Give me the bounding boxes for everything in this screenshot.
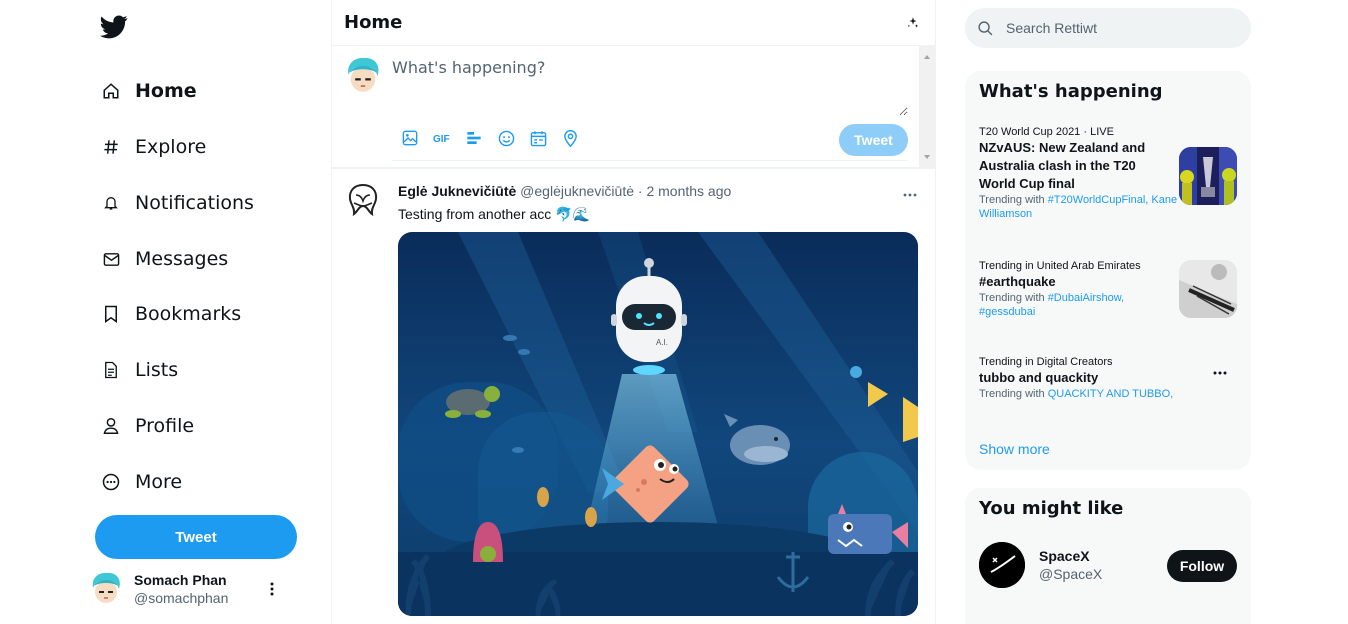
schedule-icon[interactable] (528, 128, 548, 148)
suggested-account-handle: @SpaceX (1039, 566, 1103, 582)
compose-divider (392, 160, 908, 161)
trend-more-icon[interactable] (1213, 371, 1229, 381)
tweet-author-name[interactable]: Eglė Juknevičiūtė (398, 183, 516, 199)
spacex-avatar (979, 542, 1025, 588)
svg-text:GIF: GIF (433, 134, 450, 145)
user-handle: @somachphan (134, 590, 229, 606)
bell-icon (100, 192, 122, 214)
trend-title: tubbo and quackity (979, 370, 1099, 385)
follow-button[interactable]: Follow (1167, 550, 1237, 582)
tweet-card[interactable]: Eglė Juknevičiūtė @eglėjuknevičiūtė · 2 … (332, 168, 935, 624)
main-timeline: Home GIF Tweet Eglė Juknevičiūtė @eglėju… (331, 0, 936, 624)
search-input[interactable] (1006, 20, 1226, 36)
svg-text:A.I.: A.I. (656, 338, 668, 347)
trend-item[interactable]: Trending in Digital Creators tubbo and q… (979, 355, 1237, 405)
compose-input[interactable] (392, 58, 908, 116)
tweet-author-handle[interactable]: @eglėjuknevičiūtė (520, 183, 634, 199)
account-more-icon[interactable] (267, 579, 277, 599)
left-sidebar: Home Explore Notifications Messages Book… (0, 0, 331, 624)
suggested-account-name: SpaceX (1039, 548, 1090, 564)
you-might-like-panel: You might like SpaceX @SpaceX Follow (965, 488, 1251, 624)
sparkle-icon[interactable] (903, 13, 923, 33)
right-sidebar: What's happening T20 World Cup 2021 · LI… (936, 0, 1348, 624)
nav-lists-label: Lists (135, 359, 179, 381)
nav-bookmarks-label: Bookmarks (135, 303, 242, 325)
nav-profile[interactable]: Profile (100, 406, 194, 446)
nav-more-label: More (135, 471, 183, 493)
trend-category: T20 World Cup 2021 · LIVE (979, 126, 1114, 138)
nav-home-label: Home (135, 80, 197, 102)
nav-messages-label: Messages (135, 248, 229, 270)
nav-notifications-label: Notifications (135, 192, 254, 214)
whats-happening-panel: What's happening T20 World Cup 2021 · LI… (965, 71, 1251, 470)
nav-home[interactable]: Home (100, 71, 197, 111)
user-name: Somach Phan (134, 572, 227, 588)
tweet-text: Testing from another acc 🐬🌊 (398, 206, 591, 222)
whats-happening-title: What's happening (979, 81, 1163, 102)
trend-links[interactable]: QUACKITY AND TUBBO, (1048, 388, 1174, 400)
suggested-account[interactable]: SpaceX @SpaceX Follow (979, 542, 1237, 590)
nav-messages[interactable]: Messages (100, 239, 228, 279)
tweet-more-icon[interactable] (902, 185, 918, 201)
trend-item[interactable]: Trending in United Arab Emirates #earthq… (979, 259, 1237, 329)
nav-profile-label: Profile (135, 415, 195, 437)
nav-more[interactable]: More (100, 462, 182, 502)
tweet-button[interactable]: Tweet (95, 515, 297, 559)
tweet-author-avatar[interactable] (344, 181, 382, 219)
emoji-icon[interactable] (496, 128, 516, 148)
trend-title: NZvAUS: New Zealand and Australia clash … (979, 140, 1146, 191)
timeline-header: Home (332, 0, 935, 46)
compose-tweet-button[interactable]: Tweet (839, 124, 908, 156)
trend-title: #earthquake (979, 274, 1056, 289)
nav-explore[interactable]: Explore (100, 127, 206, 167)
search-bar[interactable] (965, 8, 1251, 48)
trend-thumbnail (1179, 147, 1237, 205)
you-might-like-title: You might like (979, 498, 1124, 519)
nav-lists[interactable]: Lists (100, 350, 178, 390)
trend-context: Trending with #DubaiAirshow, #gessdubai (979, 292, 1125, 318)
trend-context: Trending with #T20WorldCupFinal, Kane Wi… (979, 194, 1178, 220)
more-circle-icon (100, 471, 122, 493)
search-icon (977, 20, 994, 37)
twitter-bird-icon[interactable] (100, 15, 132, 47)
compose-avatar (344, 57, 382, 95)
trend-category: Trending in Digital Creators (979, 356, 1113, 368)
nav-notifications[interactable]: Notifications (100, 183, 254, 223)
trend-context: Trending with QUACKITY AND TUBBO, (979, 388, 1174, 400)
gif-icon[interactable]: GIF (432, 128, 452, 148)
poll-icon[interactable] (464, 128, 484, 148)
nav-explore-label: Explore (135, 136, 207, 158)
tweet-header: Eglė Juknevičiūtė @eglėjuknevičiūtė · 2 … (398, 183, 731, 199)
show-more-link[interactable]: Show more (979, 441, 1050, 457)
bookmark-icon (100, 303, 122, 325)
compose-scrollbar[interactable] (919, 46, 935, 168)
account-switcher[interactable]: Somach Phan @somachphan (89, 569, 289, 609)
hashtag-icon (100, 136, 122, 158)
trend-item[interactable]: T20 World Cup 2021 · LIVE NZvAUS: New Ze… (979, 125, 1237, 225)
trend-thumbnail (1179, 260, 1237, 318)
user-avatar (89, 572, 123, 606)
tweet-media-image[interactable]: A.I. (398, 232, 918, 616)
page-title: Home (344, 12, 403, 33)
compose-toolbar: GIF (400, 128, 592, 148)
home-icon (100, 80, 122, 102)
list-icon (100, 359, 122, 381)
nav-bookmarks[interactable]: Bookmarks (100, 294, 241, 334)
envelope-icon (100, 248, 122, 270)
person-icon (100, 415, 122, 437)
image-icon[interactable] (400, 128, 420, 148)
tweet-timestamp[interactable]: · 2 months ago (638, 183, 731, 199)
location-icon[interactable] (560, 128, 580, 148)
